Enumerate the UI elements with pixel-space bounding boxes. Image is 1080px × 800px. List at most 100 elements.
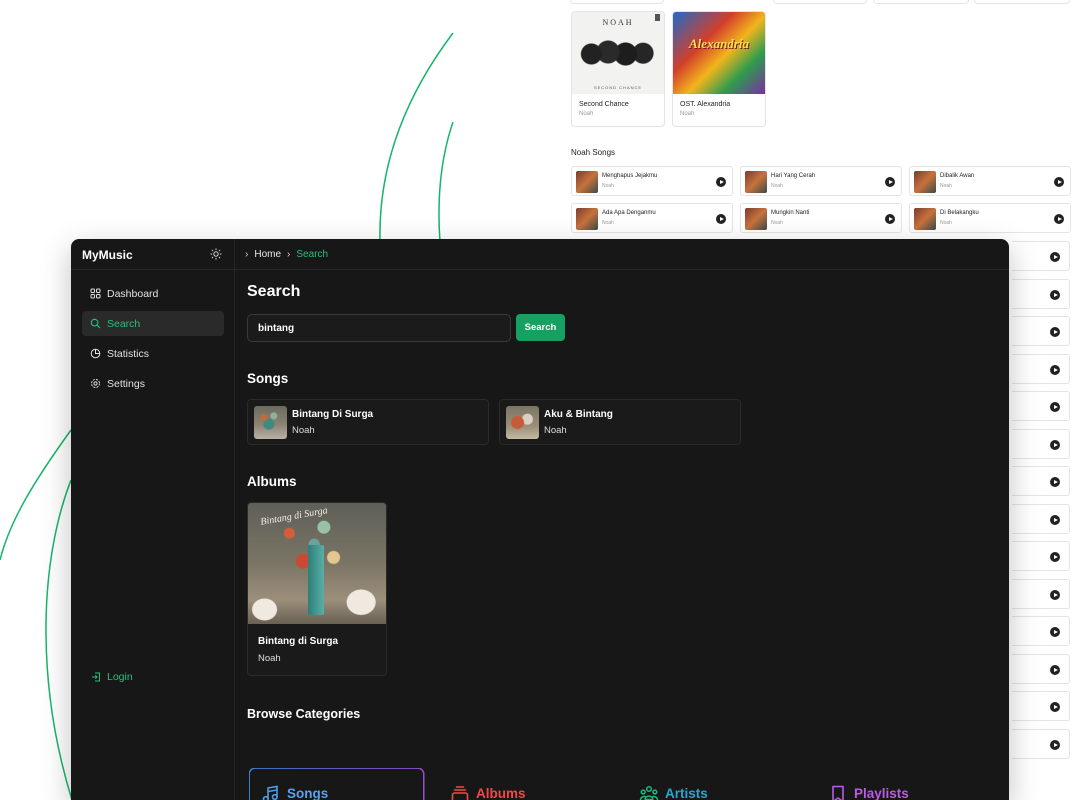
bg-song-item[interactable]: Dibalik Awan Noah <box>909 166 1071 196</box>
song-artist: Noah <box>771 220 783 226</box>
bg-card-edge <box>570 0 664 4</box>
bg-album-card[interactable]: NOAH SECOND CHANCE Second Chance Noah <box>571 11 665 127</box>
bg-song-item-edge[interactable] <box>1012 429 1070 459</box>
sidebar-item-settings[interactable]: Settings <box>82 371 224 396</box>
app-window: MyMusic Dashboard Search Statistics Sett… <box>71 239 1009 800</box>
bg-song-item-edge[interactable] <box>1012 541 1070 571</box>
category-label: Albums <box>476 786 526 800</box>
album-cover: NOAH SECOND CHANCE <box>572 12 664 94</box>
song-title: Aku & Bintang <box>544 409 613 420</box>
play-icon[interactable] <box>1050 402 1060 412</box>
album-result-card[interactable]: Bintang di Surga Bintang di Surga Noah <box>247 502 387 676</box>
play-icon[interactable] <box>1050 290 1060 300</box>
search-button[interactable]: Search <box>516 314 565 341</box>
category-playlists-button[interactable]: Playlists <box>814 766 993 800</box>
category-label: Artists <box>665 786 708 800</box>
play-icon[interactable] <box>1050 365 1060 375</box>
bg-song-item-edge[interactable] <box>1012 616 1070 646</box>
search-input[interactable] <box>247 314 511 342</box>
song-artist: Noah <box>940 220 952 226</box>
bg-song-item[interactable]: Ada Apa Denganmu Noah <box>571 203 733 233</box>
bg-song-item-edge[interactable] <box>1012 391 1070 421</box>
chevron-right-icon: › <box>287 248 291 260</box>
play-icon[interactable] <box>1050 590 1060 600</box>
song-thumb <box>914 208 936 230</box>
bg-song-item-edge[interactable] <box>1012 504 1070 534</box>
login-icon <box>92 672 100 682</box>
play-icon[interactable] <box>885 177 895 187</box>
play-icon[interactable] <box>1050 702 1060 712</box>
song-artist: Noah <box>602 183 614 189</box>
bg-song-item-edge[interactable] <box>1012 316 1070 346</box>
songs-section-title: Songs <box>247 371 289 386</box>
song-result-card[interactable]: Bintang Di Surga Noah <box>247 399 489 445</box>
category-artists-button[interactable]: Artists <box>625 766 804 800</box>
music-note-icon <box>262 785 278 800</box>
play-icon[interactable] <box>1050 327 1060 337</box>
play-icon[interactable] <box>1050 440 1060 450</box>
sidebar-header: MyMusic <box>71 239 234 270</box>
bg-song-item-edge[interactable] <box>1012 354 1070 384</box>
play-icon[interactable] <box>1050 252 1060 262</box>
bg-song-item-edge[interactable] <box>1012 729 1070 759</box>
gear-icon <box>91 379 100 388</box>
bg-song-item[interactable]: Menghapus Jejakmu Noah <box>571 166 733 196</box>
category-albums-button[interactable]: Albums <box>436 766 615 800</box>
chevron-right-icon: › <box>245 248 249 260</box>
breadcrumb-home[interactable]: Home <box>254 249 281 260</box>
app-logo[interactable]: MyMusic <box>82 248 133 262</box>
pie-chart-icon <box>90 348 101 359</box>
play-icon[interactable] <box>1050 740 1060 750</box>
sidebar-item-label: Settings <box>107 377 145 390</box>
search-icon <box>90 318 101 329</box>
cover-word: Alexandria <box>689 36 749 51</box>
bookmark-icon <box>832 785 844 800</box>
bg-song-item[interactable]: Di Belakangku Noah <box>909 203 1071 233</box>
play-icon[interactable] <box>1050 552 1060 562</box>
song-result-card[interactable]: Aku & Bintang Noah <box>499 399 741 445</box>
bg-song-item-edge[interactable] <box>1012 654 1070 684</box>
song-thumbnail <box>506 406 539 439</box>
bg-song-item-edge[interactable] <box>1012 691 1070 721</box>
sidebar: MyMusic Dashboard Search Statistics Sett… <box>71 239 235 800</box>
bg-song-item[interactable]: Mungkin Nanti Noah <box>740 203 902 233</box>
song-artist: Noah <box>602 220 614 226</box>
sidebar-item-search[interactable]: Search <box>82 311 224 336</box>
bg-song-item-edge[interactable] <box>1012 279 1070 309</box>
song-title: Hari Yang Cerah <box>771 173 816 179</box>
category-songs-button[interactable]: Songs <box>247 766 426 800</box>
sun-icon[interactable] <box>210 248 222 260</box>
bg-song-item-edge[interactable] <box>1012 241 1070 271</box>
bg-song-item-edge[interactable] <box>1012 466 1070 496</box>
play-icon[interactable] <box>1050 477 1060 487</box>
sidebar-item-label: Search <box>107 317 141 330</box>
album-cover: Alexandria <box>673 12 765 94</box>
sidebar-item-label: Statistics <box>107 347 150 360</box>
bg-section-title: Noah Songs <box>571 148 616 157</box>
song-thumb <box>745 171 767 193</box>
play-icon[interactable] <box>885 214 895 224</box>
song-title: Mungkin Nanti <box>771 210 810 216</box>
play-icon[interactable] <box>716 214 726 224</box>
sidebar-item-statistics[interactable]: Statistics <box>82 341 224 366</box>
login-link[interactable]: Login <box>91 671 133 683</box>
song-artist: Noah <box>771 183 783 189</box>
albums-section-title: Albums <box>247 474 297 489</box>
bg-card-edge <box>974 0 1070 4</box>
play-icon[interactable] <box>1050 515 1060 525</box>
play-icon[interactable] <box>1050 665 1060 675</box>
play-icon[interactable] <box>1054 177 1064 187</box>
cover-illustration <box>308 545 324 615</box>
play-icon[interactable] <box>716 177 726 187</box>
album-stack-icon <box>451 785 469 800</box>
album-artist: Noah <box>579 111 594 117</box>
bg-song-item-edge[interactable] <box>1012 579 1070 609</box>
sidebar-item-dashboard[interactable]: Dashboard <box>82 281 224 306</box>
bg-album-card[interactable]: Alexandria OST. Alexandria Noah <box>672 11 766 127</box>
play-icon[interactable] <box>1050 627 1060 637</box>
play-icon[interactable] <box>1054 214 1064 224</box>
category-label: Playlists <box>854 786 909 800</box>
song-title: Menghapus Jejakmu <box>602 173 658 179</box>
grid-icon <box>90 288 101 299</box>
bg-song-item[interactable]: Hari Yang Cerah Noah <box>740 166 902 196</box>
